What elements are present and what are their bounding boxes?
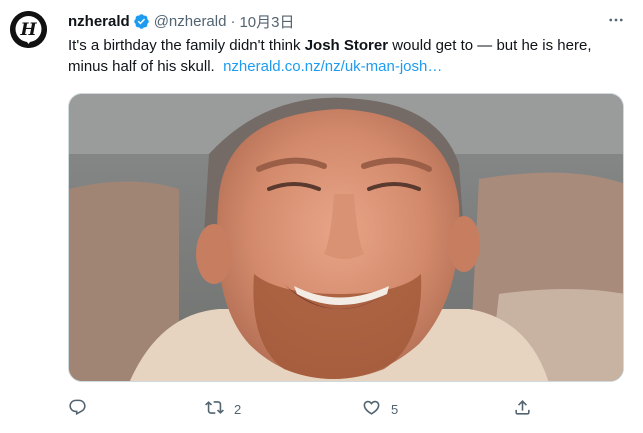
separator-dot: · <box>230 12 236 30</box>
verified-badge-icon <box>133 13 150 30</box>
reply-button[interactable] <box>68 396 97 422</box>
article-link[interactable]: nzherald.co.nz/nz/uk-man-josh… <box>223 58 442 75</box>
tweet-actions: 2 5 <box>68 396 538 422</box>
user-handle[interactable]: @nzherald <box>154 13 227 30</box>
tweet-text-part1: It's a birthday the family didn't think <box>68 37 305 54</box>
retweet-count: 2 <box>234 401 242 417</box>
photo-selfie-image <box>69 94 623 381</box>
more-horizontal-icon[interactable] <box>605 9 627 31</box>
avatar[interactable]: H <box>10 11 47 48</box>
tweet-text-bold-name: Josh Storer <box>304 37 389 54</box>
herald-logo-icon: H <box>10 11 47 48</box>
share-icon <box>513 398 532 420</box>
like-icon <box>362 398 381 420</box>
tweet-header: nzherald @nzherald · 10月3日 <box>68 10 295 32</box>
retweet-icon <box>205 398 224 420</box>
like-button[interactable]: 5 <box>362 396 398 422</box>
reply-icon <box>68 398 87 420</box>
display-name[interactable]: nzherald <box>68 13 130 30</box>
share-button[interactable] <box>513 396 532 422</box>
tweet-date[interactable]: 10月3日 <box>239 11 294 32</box>
tweet-photo[interactable] <box>68 93 624 382</box>
like-count: 5 <box>391 401 399 417</box>
tweet[interactable]: H nzherald @nzherald · 10月3日 It's a birt… <box>0 0 643 433</box>
retweet-button[interactable]: 2 <box>205 396 241 422</box>
tweet-text: It's a birthday the family didn't think … <box>68 35 628 77</box>
avatar-letter: H <box>19 20 37 40</box>
